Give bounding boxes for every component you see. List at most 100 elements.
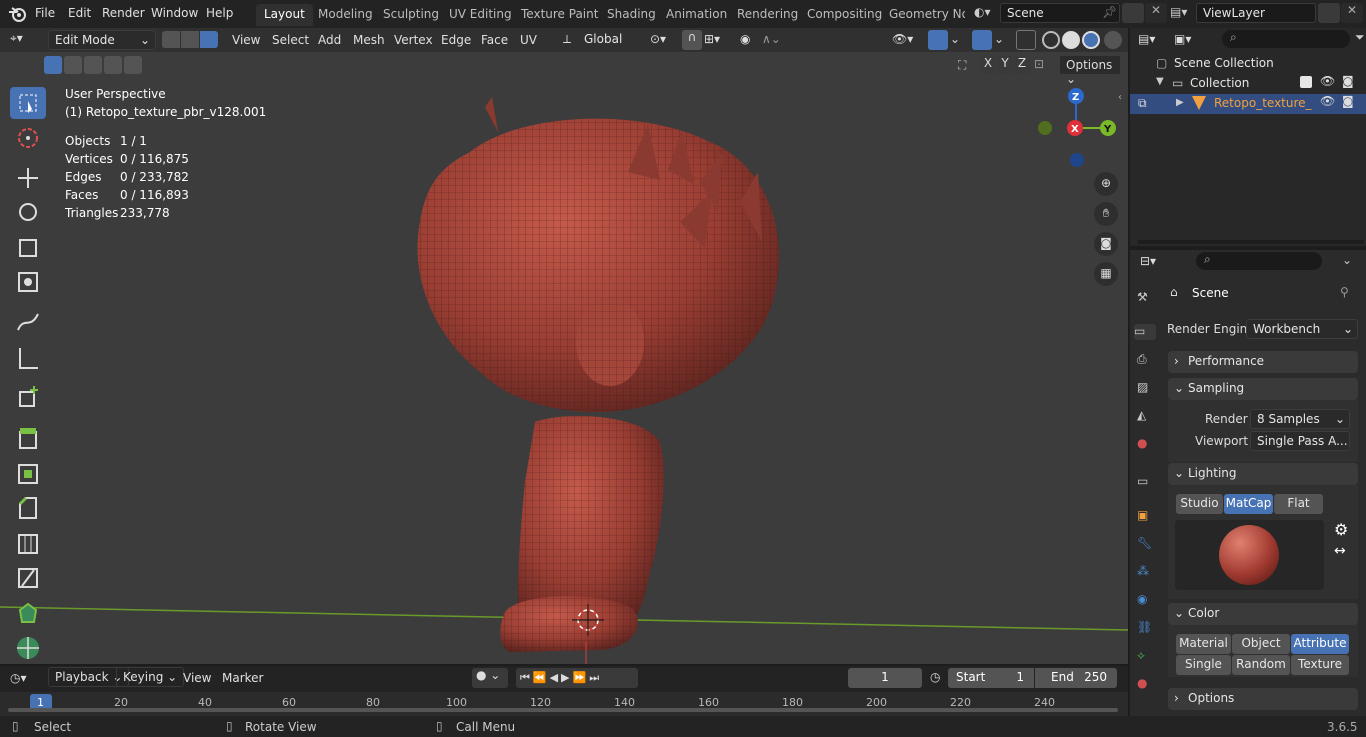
color-random-button[interactable]: Random [1232, 655, 1290, 675]
edit-mode-icon[interactable]: ⧉ [1138, 96, 1147, 111]
constraints-tab-icon[interactable]: ⛓︎ [1137, 620, 1153, 636]
annotate-tool-icon[interactable] [10, 306, 46, 338]
menu-mesh[interactable]: Mesh [347, 31, 391, 50]
mode-dropdown[interactable]: Edit Mode ⌄ [48, 30, 156, 50]
knife-tool-icon[interactable] [10, 562, 46, 594]
add-cube-tool-icon[interactable] [10, 382, 46, 414]
eye-icon[interactable]: 👁︎ [1320, 74, 1335, 88]
menu-edit[interactable]: Edit [68, 6, 91, 20]
select-box-tool-icon[interactable] [10, 87, 46, 119]
menu-select[interactable]: Select [266, 31, 315, 50]
tab-texture-paint[interactable]: Texture Paint [513, 4, 606, 26]
color-object-button[interactable]: Object [1232, 634, 1290, 654]
gizmo-dropdown-icon[interactable]: ⌄ [950, 32, 960, 46]
overlay-toggle-icon[interactable] [972, 30, 992, 50]
viewport-samples-dropdown[interactable]: Single Pass A... [1250, 431, 1350, 451]
gear-icon[interactable]: ⚙︎ [1334, 520, 1348, 539]
color-attribute-button[interactable]: Attribute [1291, 634, 1349, 654]
loop-cut-tool-icon[interactable] [10, 528, 46, 560]
options-dropdown[interactable]: Options ⌄ [1059, 55, 1121, 86]
color-single-button[interactable]: Single [1176, 655, 1231, 675]
pin-icon[interactable]: ⚲ [1340, 285, 1349, 299]
render-samples-dropdown[interactable]: 8 Samples ⌄ [1250, 409, 1350, 429]
camera-render-icon[interactable]: ◙ [1342, 94, 1354, 108]
color-material-button[interactable]: Material [1176, 634, 1231, 654]
scale-tool-icon[interactable] [10, 232, 46, 264]
mirror-y-toggle[interactable]: Y [997, 56, 1013, 74]
world-tab-icon[interactable]: ● [1137, 436, 1153, 452]
physics-tab-icon[interactable]: ◉ [1137, 592, 1153, 608]
close-icon[interactable]: ✕ [1145, 3, 1167, 23]
object-name-label[interactable]: Retopo_texture_ [1214, 96, 1312, 110]
flip-icon[interactable]: ↔ [1334, 543, 1346, 559]
menu-uv[interactable]: UV [514, 31, 543, 50]
expand-chevron-icon[interactable]: ▶ [1176, 97, 1184, 108]
select-extend-icon[interactable] [64, 56, 82, 74]
properties-editor-icon[interactable]: ⊟▾ [1140, 254, 1156, 268]
color-panel-header[interactable]: ⌄ Color [1168, 603, 1358, 625]
tool-tab-icon[interactable]: ⚒︎ [1137, 290, 1153, 306]
lighting-flat-button[interactable]: Flat [1274, 494, 1323, 514]
marker-menu[interactable]: Marker [222, 671, 263, 685]
menu-edge[interactable]: Edge [435, 31, 477, 50]
scene-collection-label[interactable]: Scene Collection [1174, 56, 1274, 70]
scene-icon[interactable]: ◐▾ [974, 5, 991, 19]
lighting-matcap-button[interactable]: MatCap [1224, 494, 1273, 514]
camera-render-icon[interactable]: ◙ [1342, 74, 1354, 88]
data-tab-icon[interactable]: ⟡ [1137, 648, 1153, 664]
pan-hand-icon[interactable]: ✋︎ [1094, 202, 1118, 226]
tab-compositing[interactable]: Compositing [799, 4, 890, 26]
properties-search-input[interactable]: ⌕ [1196, 252, 1322, 270]
tab-geometry-nodes[interactable]: Geometry Noc [881, 4, 965, 26]
modifier-tab-icon[interactable]: 🔧︎ [1137, 536, 1153, 552]
playback-controls[interactable]: ⏮⏪◀▶⏩⏭ [516, 668, 638, 688]
visibility-icon[interactable]: 👁︎▾ [892, 32, 913, 46]
orientation-dropdown[interactable]: Global ⌄ [578, 30, 640, 60]
xray-icon[interactable] [1016, 30, 1036, 50]
outliner-row-selected[interactable]: ⧉ ▶ Retopo_texture_ 👁︎ ◙ [1130, 94, 1366, 114]
start-frame-field[interactable]: Start 1 [948, 668, 1034, 688]
view-layer-field[interactable]: ViewLayer [1196, 3, 1316, 23]
menu-window[interactable]: Window [151, 6, 198, 20]
end-frame-field[interactable]: End 250 [1035, 668, 1117, 688]
rotate-tool-icon[interactable] [10, 196, 46, 228]
menu-file[interactable]: File [35, 6, 55, 20]
select-subtract-icon[interactable] [84, 56, 102, 74]
output-tab-icon[interactable]: ⎙ [1137, 352, 1153, 368]
chevron-down-icon[interactable]: ⌄ [1342, 253, 1352, 267]
current-frame-field[interactable]: 1 [848, 668, 922, 688]
extrude-tool-icon[interactable] [10, 422, 46, 454]
collection-label[interactable]: Collection [1190, 76, 1249, 90]
move-tool-icon[interactable] [10, 162, 46, 194]
filter-icon[interactable]: ⏷ [1355, 30, 1365, 45]
new-scene-icon[interactable] [1122, 3, 1144, 23]
select-intersect-icon[interactable] [124, 56, 142, 74]
sidebar-toggle-icon[interactable]: ‹ [1118, 92, 1122, 103]
auto-merge-icon[interactable]: ⊡ [1034, 57, 1044, 71]
snap-icon[interactable]: ∩ [682, 30, 702, 50]
bevel-tool-icon[interactable] [10, 492, 46, 524]
zoom-icon[interactable]: ⊕ [1094, 172, 1118, 196]
keying-menu[interactable]: Keying ⌄ [116, 667, 185, 687]
menu-add[interactable]: Add [312, 31, 347, 50]
perspective-grid-icon[interactable]: ▦ [1094, 262, 1118, 286]
timeline-editor-icon[interactable]: ◷▾ [10, 671, 27, 685]
options-panel-header[interactable]: › Options [1168, 688, 1358, 710]
editor-type-icon[interactable]: ⌖▾ [10, 31, 23, 46]
outliner-search-input[interactable]: ⌕ [1222, 30, 1350, 48]
lighting-panel-header[interactable]: ⌄ Lighting [1168, 463, 1358, 485]
preview-range-icon[interactable]: ◷ [930, 670, 940, 684]
proportional-edit-icon[interactable]: ◉ [740, 32, 750, 46]
select-invert-icon[interactable] [104, 56, 122, 74]
object-tab-icon[interactable]: ▣ [1137, 508, 1153, 524]
gizmo-toggle-icon[interactable] [928, 30, 948, 50]
expand-chevron-icon[interactable]: ▼ [1156, 76, 1164, 87]
mesh-character[interactable] [417, 97, 779, 652]
display-mode-icon[interactable]: ▣▾ [1174, 32, 1191, 46]
measure-tool-icon[interactable] [10, 342, 46, 374]
3d-viewport[interactable]: User Perspective (1) Retopo_texture_pbr_… [0, 52, 1128, 664]
menu-help[interactable]: Help [206, 6, 233, 20]
record-button[interactable]: ● ⌄ [472, 668, 508, 688]
view-layer-tab-icon[interactable]: ▨ [1137, 380, 1153, 396]
material-tab-icon[interactable]: ● [1137, 676, 1153, 692]
